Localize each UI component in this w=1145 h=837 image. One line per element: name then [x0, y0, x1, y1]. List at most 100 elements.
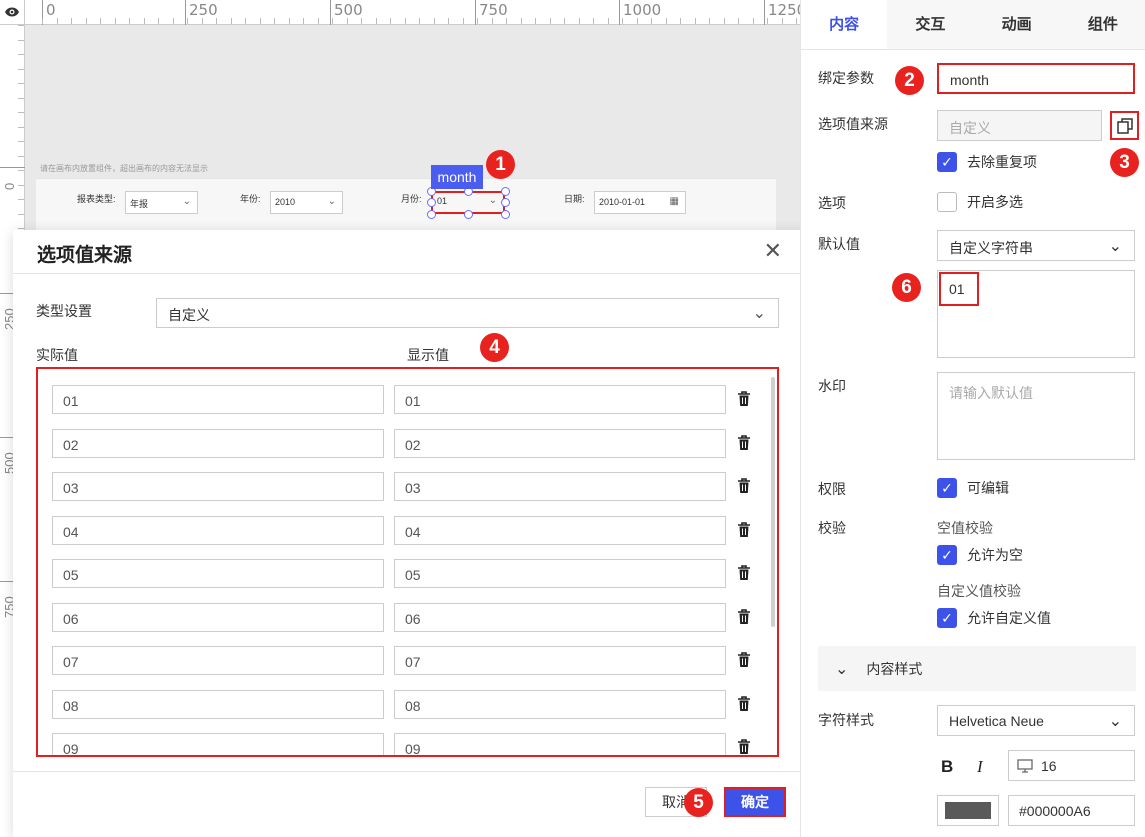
calendar-icon: ▦: [669, 196, 679, 207]
ruler-label: 250: [189, 1, 218, 19]
display-value-input[interactable]: 01: [394, 385, 726, 414]
multi-select-checkbox[interactable]: 开启多选: [937, 192, 1023, 212]
ruler-minor-tick: [303, 18, 304, 24]
report-type-select[interactable]: 年报 ⌄: [125, 191, 198, 214]
trash-icon[interactable]: [737, 652, 751, 668]
actual-value-input[interactable]: 05: [52, 559, 384, 588]
step-badge: 1: [486, 150, 515, 179]
actual-value-input[interactable]: 01: [52, 385, 384, 414]
trash-icon[interactable]: [737, 391, 751, 407]
value-row: 09 09: [52, 733, 752, 755]
copy-icon[interactable]: [1110, 111, 1139, 140]
ruler-minor-tick: [18, 170, 24, 171]
font-family-select[interactable]: Helvetica Neue ⌄: [937, 705, 1135, 736]
dedupe-checkbox[interactable]: ✓ 去除重复项: [937, 152, 1037, 172]
resize-handle[interactable]: [501, 187, 510, 196]
resize-handle[interactable]: [427, 210, 436, 219]
year-select[interactable]: 2010 ⌄: [270, 191, 343, 214]
bind-param-input[interactable]: month: [937, 63, 1135, 94]
actual-value-input[interactable]: 09: [52, 733, 384, 755]
date-picker[interactable]: 2010-01-01 ▦: [594, 191, 686, 214]
ruler-minor-tick: [245, 18, 246, 24]
actual-value-input[interactable]: 03: [52, 472, 384, 501]
ruler-tick: 750: [475, 0, 508, 25]
actual-value-input[interactable]: 04: [52, 515, 384, 545]
allow-null-checkbox[interactable]: ✓ 允许为空: [937, 545, 1023, 565]
editable-checkbox[interactable]: ✓ 可编辑: [937, 478, 1009, 498]
trash-icon[interactable]: [737, 608, 751, 625]
checkbox-checked-icon: ✓: [937, 152, 957, 172]
scrollbar[interactable]: [771, 377, 775, 627]
value-row: 06 06: [52, 602, 752, 632]
font-size-input[interactable]: 16: [1008, 750, 1135, 781]
font-color-input[interactable]: #000000A6: [1008, 795, 1135, 826]
display-value-input[interactable]: 05: [394, 559, 726, 588]
trash-icon[interactable]: [737, 565, 751, 581]
report-type-label: 报表类型:: [77, 194, 116, 204]
ruler-minor-tick: [549, 18, 551, 24]
ruler-minor-tick: [651, 18, 652, 24]
content-style-section[interactable]: ⌄ 内容样式: [818, 646, 1136, 691]
step-badge: 2: [895, 66, 924, 95]
font-color-picker[interactable]: [937, 795, 999, 826]
bold-button[interactable]: B: [941, 757, 953, 777]
tab-component[interactable]: 组件: [1059, 0, 1145, 49]
resize-handle[interactable]: [427, 198, 436, 207]
ruler-tick: 250: [185, 0, 218, 25]
actual-value-input[interactable]: 06: [52, 602, 384, 632]
ruler-minor-tick: [767, 18, 768, 24]
eye-icon[interactable]: [0, 0, 25, 25]
trash-icon[interactable]: [737, 434, 751, 451]
close-icon[interactable]: ✕: [764, 238, 782, 264]
tab-animation[interactable]: 动画: [973, 0, 1060, 49]
type-setting-select[interactable]: 自定义 ⌄: [156, 298, 779, 328]
display-value-input[interactable]: 04: [394, 515, 726, 545]
tab-content[interactable]: 内容: [801, 0, 888, 49]
ruler-minor-tick: [607, 18, 609, 24]
trash-icon[interactable]: [737, 739, 751, 755]
display-value-input[interactable]: 06: [394, 602, 726, 632]
display-value-input[interactable]: 03: [394, 472, 726, 501]
ruler-label: 0: [2, 182, 17, 190]
ruler-minor-tick: [680, 18, 681, 24]
allow-custom-checkbox[interactable]: ✓ 允许自定义值: [937, 608, 1051, 628]
trash-icon[interactable]: [737, 695, 751, 712]
display-value-input[interactable]: 09: [394, 733, 726, 755]
default-type-select[interactable]: 自定义字符串 ⌄: [937, 230, 1135, 261]
actual-value-input[interactable]: 08: [52, 689, 384, 719]
actual-value-input[interactable]: 02: [52, 428, 384, 458]
ruler-minor-tick: [230, 18, 232, 24]
checkbox-checked-icon: ✓: [937, 478, 957, 498]
watermark-textarea[interactable]: 请输入默认值: [937, 372, 1135, 460]
trash-icon[interactable]: [737, 478, 751, 494]
option-source-input: 自定义: [937, 110, 1102, 141]
resize-handle[interactable]: [464, 210, 473, 219]
null-check-label: 空值校验: [937, 520, 993, 536]
tab-interaction[interactable]: 交互: [887, 0, 974, 49]
display-value-input[interactable]: 07: [394, 646, 726, 675]
ruler-minor-tick: [491, 18, 493, 24]
step-badge: 6: [892, 273, 921, 302]
option-source-dialog[interactable]: 选项值来源 ✕ 类型设置 自定义 ⌄ 实际值 显示值 01 01 02 02 03 03 04…: [13, 230, 808, 837]
actual-value-input[interactable]: 07: [52, 646, 384, 675]
italic-button[interactable]: I: [977, 757, 983, 777]
value-row: 01 01: [52, 385, 752, 414]
confirm-button[interactable]: 确定: [724, 787, 786, 817]
value-list[interactable]: 01 01 02 02 03 03 04 04 05 05 06 06 07 07 08 08 09 09: [36, 367, 779, 757]
ruler-minor-tick: [18, 184, 24, 186]
widget-name-tag: month: [431, 165, 483, 189]
custom-check-label: 自定义值校验: [937, 583, 1021, 599]
resize-handle[interactable]: [501, 210, 510, 219]
ruler-minor-tick: [506, 18, 507, 24]
checkbox-unchecked-icon: [937, 192, 957, 212]
trash-icon[interactable]: [737, 521, 751, 538]
display-value-input[interactable]: 02: [394, 428, 726, 458]
resize-handle[interactable]: [501, 198, 510, 207]
column-header-actual: 实际值: [36, 347, 78, 363]
ruler-minor-tick: [535, 18, 536, 24]
ruler-minor-tick: [738, 18, 739, 24]
display-value-input[interactable]: 08: [394, 689, 726, 719]
value-row: 07 07: [52, 646, 752, 675]
ruler-minor-tick: [709, 18, 710, 24]
ruler-minor-tick: [201, 18, 203, 24]
